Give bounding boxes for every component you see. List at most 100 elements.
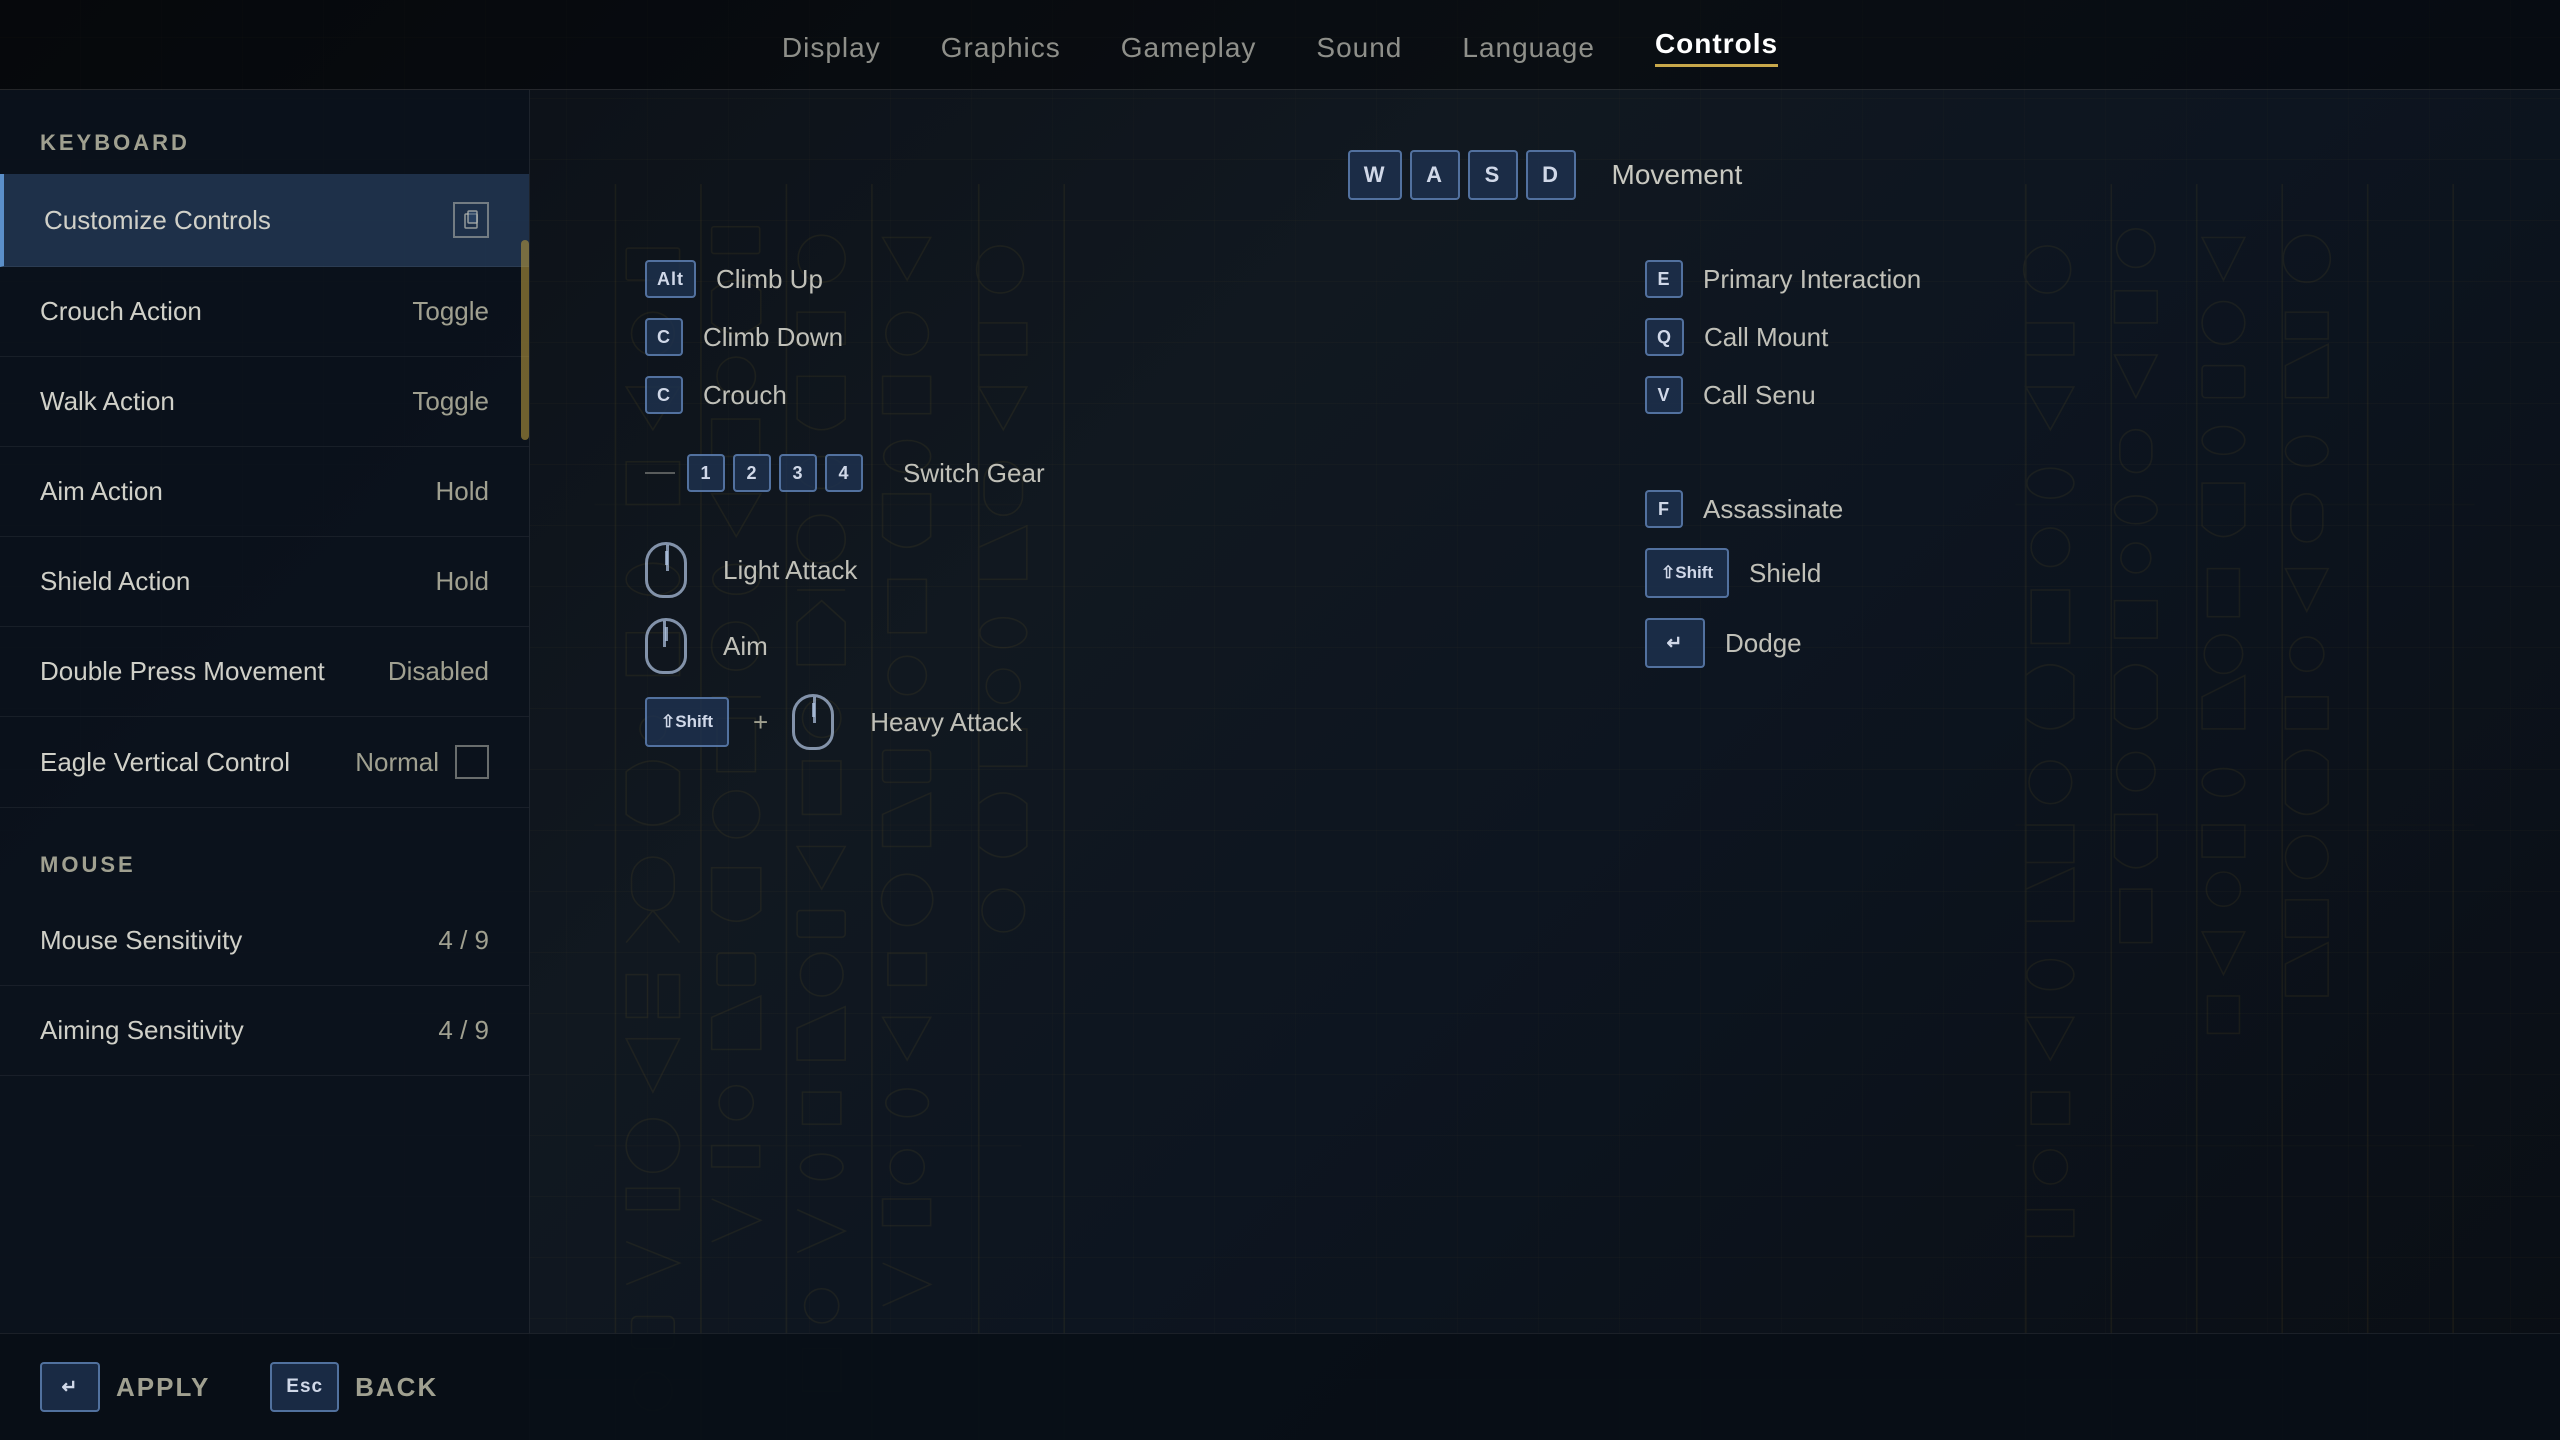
shield-action-value: Hold xyxy=(436,566,489,597)
control-crouch: C Crouch xyxy=(645,366,1445,424)
nav-language[interactable]: Language xyxy=(1462,32,1595,64)
sidebar-item-double-press[interactable]: Double Press Movement Disabled xyxy=(0,627,529,717)
nav-sound[interactable]: Sound xyxy=(1316,32,1402,64)
mouse-sensitivity-value: 4 / 9 xyxy=(438,925,489,956)
controls-left-column: Alt Climb Up C Climb Down C Crouch xyxy=(645,250,1445,760)
primary-interaction-label: Primary Interaction xyxy=(1703,264,1921,295)
movement-section: W A S D Movement xyxy=(645,150,2445,200)
control-climb-up: Alt Climb Up xyxy=(645,250,1445,308)
call-senu-label: Call Senu xyxy=(1703,380,1816,411)
light-attack-label: Light Attack xyxy=(723,555,857,586)
switch-gear-label: Switch Gear xyxy=(903,458,1045,489)
control-heavy-attack: ⇧Shift + Heavy Attack xyxy=(645,684,1445,760)
mouse-left-heavy-icon xyxy=(792,694,834,750)
key-c-crouch: C xyxy=(645,376,683,414)
sidebar: KEYBOARD Customize Controls Crouch Actio… xyxy=(0,90,530,1440)
key-3: 3 xyxy=(779,454,817,492)
mouse-sensitivity-label: Mouse Sensitivity xyxy=(40,925,242,956)
nav-gameplay[interactable]: Gameplay xyxy=(1121,32,1257,64)
sidebar-item-shield-action[interactable]: Shield Action Hold xyxy=(0,537,529,627)
mouse-right-icon xyxy=(645,618,687,674)
sidebar-item-aiming-sensitivity[interactable]: Aiming Sensitivity 4 / 9 xyxy=(0,986,529,1076)
sidebar-item-mouse-sensitivity[interactable]: Mouse Sensitivity 4 / 9 xyxy=(0,896,529,986)
gear-keys: 1 2 3 4 xyxy=(645,454,863,492)
key-a: A xyxy=(1410,150,1460,200)
nav-graphics[interactable]: Graphics xyxy=(941,32,1061,64)
crouch-label: Crouch xyxy=(703,380,787,411)
apply-action[interactable]: ↵ APPLY xyxy=(40,1362,210,1412)
climb-up-label: Climb Up xyxy=(716,264,823,295)
key-v: V xyxy=(1645,376,1683,414)
apply-key-icon: ↵ xyxy=(40,1362,100,1412)
back-label: BACK xyxy=(355,1372,438,1403)
climb-down-label: Climb Down xyxy=(703,322,843,353)
control-call-mount: Q Call Mount xyxy=(1645,308,2445,366)
dodge-label: Dodge xyxy=(1725,628,1802,659)
key-w: W xyxy=(1348,150,1402,200)
bottom-bar: ↵ APPLY Esc BACK xyxy=(0,1333,2560,1440)
key-1: 1 xyxy=(687,454,725,492)
eagle-vertical-checkbox[interactable] xyxy=(455,745,489,779)
control-climb-down: C Climb Down xyxy=(645,308,1445,366)
scrollbar-indicator xyxy=(521,240,529,440)
shield-action-label: Shield Action xyxy=(40,566,190,597)
wasd-keys: W A S D xyxy=(1348,150,1576,200)
walk-action-label: Walk Action xyxy=(40,386,175,417)
key-alt: Alt xyxy=(645,260,696,298)
double-press-label: Double Press Movement xyxy=(40,656,325,687)
copy-icon xyxy=(453,202,489,238)
heavy-attack-label: Heavy Attack xyxy=(870,707,1022,738)
crouch-action-label: Crouch Action xyxy=(40,296,202,327)
shield-label: Shield xyxy=(1749,558,1821,589)
controls-right-column: E Primary Interaction Q Call Mount V Cal… xyxy=(1645,250,2445,760)
key-s: S xyxy=(1468,150,1518,200)
walk-action-value: Toggle xyxy=(412,386,489,417)
key-e: E xyxy=(1645,260,1683,298)
key-f: F xyxy=(1645,490,1683,528)
double-press-value: Disabled xyxy=(388,656,489,687)
key-c-climb: C xyxy=(645,318,683,356)
sidebar-item-customize[interactable]: Customize Controls xyxy=(0,174,529,267)
mouse-section-label: MOUSE xyxy=(0,824,529,896)
control-light-attack: Light Attack xyxy=(645,532,1445,608)
sidebar-item-eagle-vertical[interactable]: Eagle Vertical Control Normal xyxy=(0,717,529,808)
key-4: 4 xyxy=(825,454,863,492)
sidebar-item-aim-action[interactable]: Aim Action Hold xyxy=(0,447,529,537)
aiming-sensitivity-value: 4 / 9 xyxy=(438,1015,489,1046)
back-action[interactable]: Esc BACK xyxy=(270,1362,438,1412)
key-q: Q xyxy=(1645,318,1684,356)
aiming-sensitivity-label: Aiming Sensitivity xyxy=(40,1015,244,1046)
key-shift-shield: ⇧Shift xyxy=(1645,548,1729,598)
key-enter: ↵ xyxy=(1645,618,1705,668)
keyboard-section-label: KEYBOARD xyxy=(0,130,529,174)
eagle-vertical-value: Normal xyxy=(355,747,439,778)
eagle-vertical-label: Eagle Vertical Control xyxy=(40,747,290,778)
sidebar-item-crouch-action[interactable]: Crouch Action Toggle xyxy=(0,267,529,357)
key-shift-heavy: ⇧Shift xyxy=(645,697,729,747)
key-d: D xyxy=(1526,150,1576,200)
nav-display[interactable]: Display xyxy=(782,32,881,64)
control-shield: ⇧Shift Shield xyxy=(1645,538,2445,608)
control-dodge: ↵ Dodge xyxy=(1645,608,2445,678)
control-primary-interaction: E Primary Interaction xyxy=(1645,250,2445,308)
mouse-left-icon xyxy=(645,542,687,598)
back-key-icon: Esc xyxy=(270,1362,339,1412)
customize-label: Customize Controls xyxy=(44,205,271,236)
sidebar-item-walk-action[interactable]: Walk Action Toggle xyxy=(0,357,529,447)
call-mount-label: Call Mount xyxy=(1704,322,1828,353)
eagle-vertical-value-container: Normal xyxy=(355,745,489,779)
control-aim: Aim xyxy=(645,608,1445,684)
nav-controls[interactable]: Controls xyxy=(1655,28,1778,67)
aim-action-label: Aim Action xyxy=(40,476,163,507)
top-navigation: Display Graphics Gameplay Sound Language… xyxy=(0,0,2560,90)
apply-label: APPLY xyxy=(116,1372,210,1403)
controls-grid: Alt Climb Up C Climb Down C Crouch xyxy=(645,250,2445,760)
aim-action-value: Hold xyxy=(436,476,489,507)
assassinate-label: Assassinate xyxy=(1703,494,1843,525)
control-assassinate: F Assassinate xyxy=(1645,480,2445,538)
aim-label: Aim xyxy=(723,631,768,662)
crouch-action-value: Toggle xyxy=(412,296,489,327)
plus-icon: + xyxy=(753,707,768,738)
movement-label: Movement xyxy=(1612,159,1743,191)
key-2: 2 xyxy=(733,454,771,492)
